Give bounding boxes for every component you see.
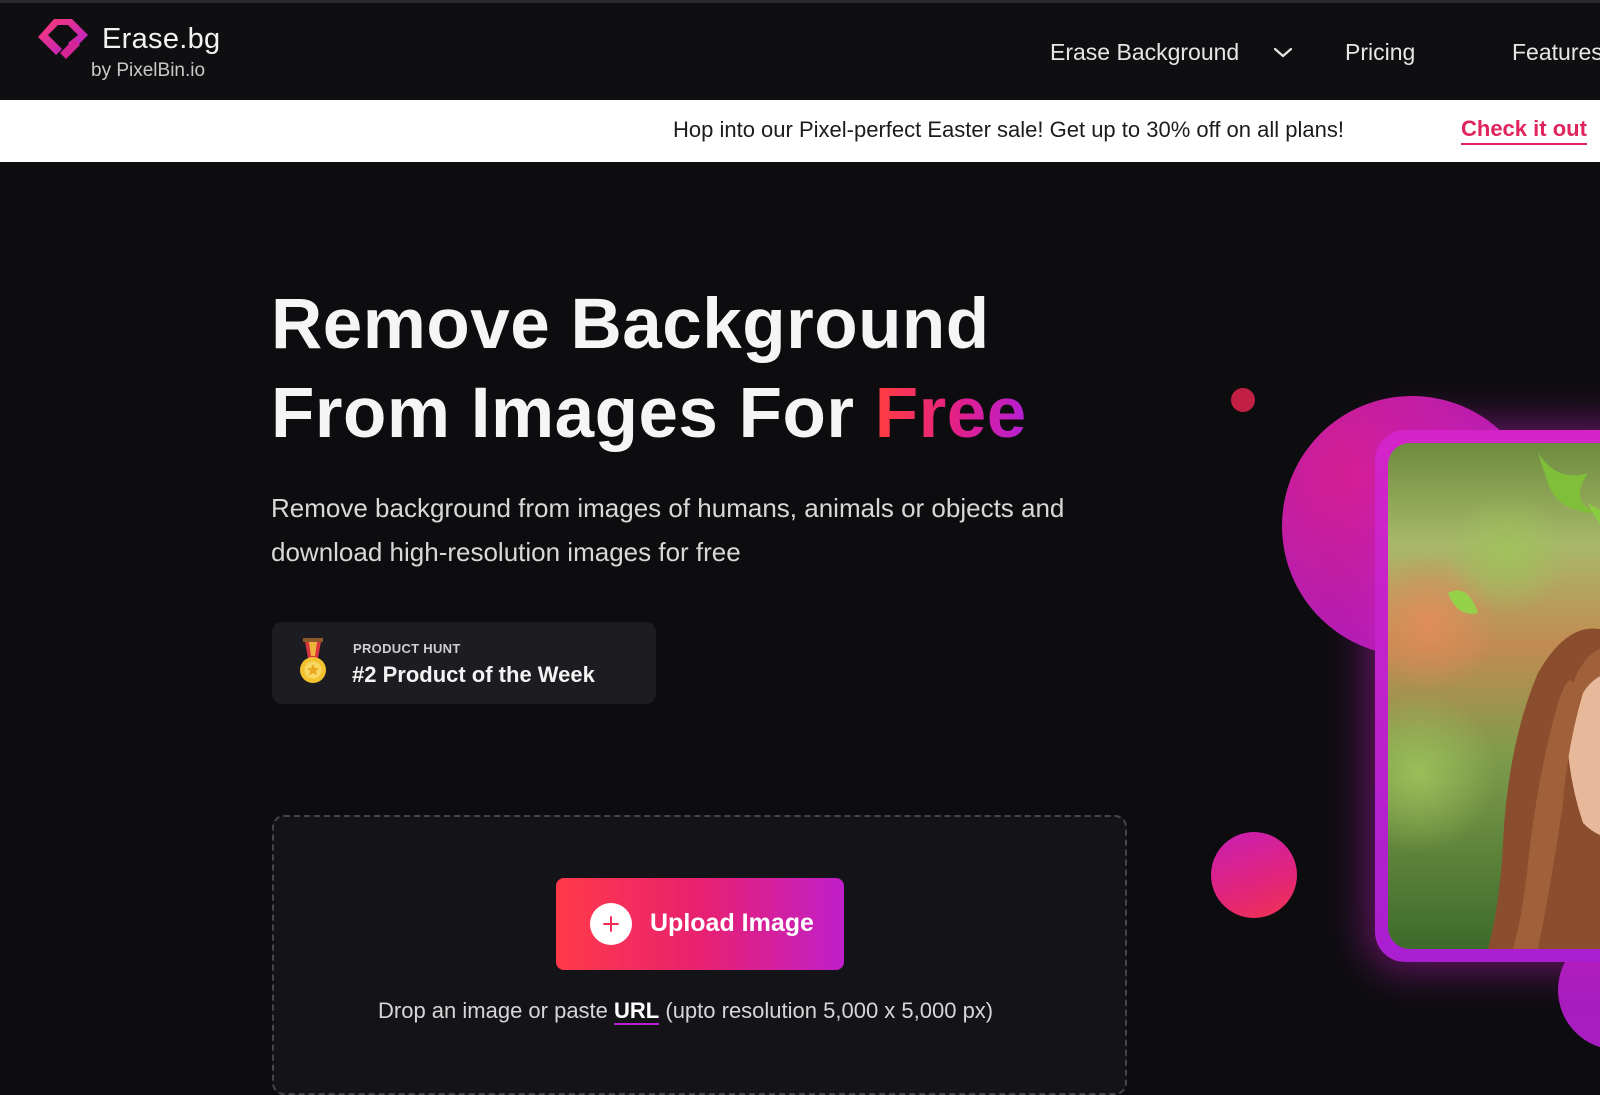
nav-features[interactable]: Features: [1512, 39, 1600, 66]
logo-title: Erase.bg: [102, 23, 221, 55]
sample-photo-illustration: [1388, 453, 1600, 949]
badge-source: PRODUCT HUNT: [353, 641, 461, 656]
top-navbar: Erase.bg by PixelBin.io Erase Background…: [0, 0, 1600, 100]
promo-text: Hop into our Pixel-perfect Easter sale! …: [673, 117, 1344, 142]
drop-hint-suffix: (upto resolution 5,000 x 5,000 px): [659, 998, 994, 1023]
plus-icon: [590, 903, 632, 945]
upload-button-label: Upload Image: [650, 909, 814, 937]
promo-banner: Hop into our Pixel-perfect Easter sale! …: [0, 100, 1600, 162]
erase-bg-logo-icon: [38, 19, 88, 59]
decor-dot-small: [1231, 388, 1255, 412]
hero-headline: Remove Background From Images For Free: [271, 280, 1027, 458]
sample-photo: [1388, 443, 1600, 949]
upload-image-button[interactable]: Upload Image: [556, 878, 844, 970]
headline-line2: From Images For: [271, 374, 875, 453]
headline-highlight-free: Free: [874, 374, 1027, 453]
decor-dot-gradient: [1211, 832, 1297, 918]
badge-title: #2 Product of the Week: [352, 662, 595, 687]
drop-hint: Drop an image or paste URL (upto resolut…: [378, 998, 994, 1025]
nav-pricing[interactable]: Pricing: [1345, 39, 1415, 66]
product-hunt-badge[interactable]: PRODUCT HUNT #2 Product of the Week: [272, 622, 656, 704]
logo-byline: by PixelBin.io: [91, 60, 206, 81]
nav-erase-background[interactable]: Erase Background: [1050, 39, 1239, 66]
medal-icon: [300, 638, 326, 683]
paste-url-link[interactable]: URL: [614, 998, 660, 1025]
promo-check-it-out-link[interactable]: Check it out: [1461, 116, 1587, 145]
chevron-down-icon[interactable]: [1272, 45, 1294, 61]
hero-description: Remove background from images of humans,…: [271, 493, 1065, 567]
drop-hint-prefix: Drop an image or paste: [378, 998, 615, 1023]
headline-line1: Remove Background: [271, 285, 990, 364]
